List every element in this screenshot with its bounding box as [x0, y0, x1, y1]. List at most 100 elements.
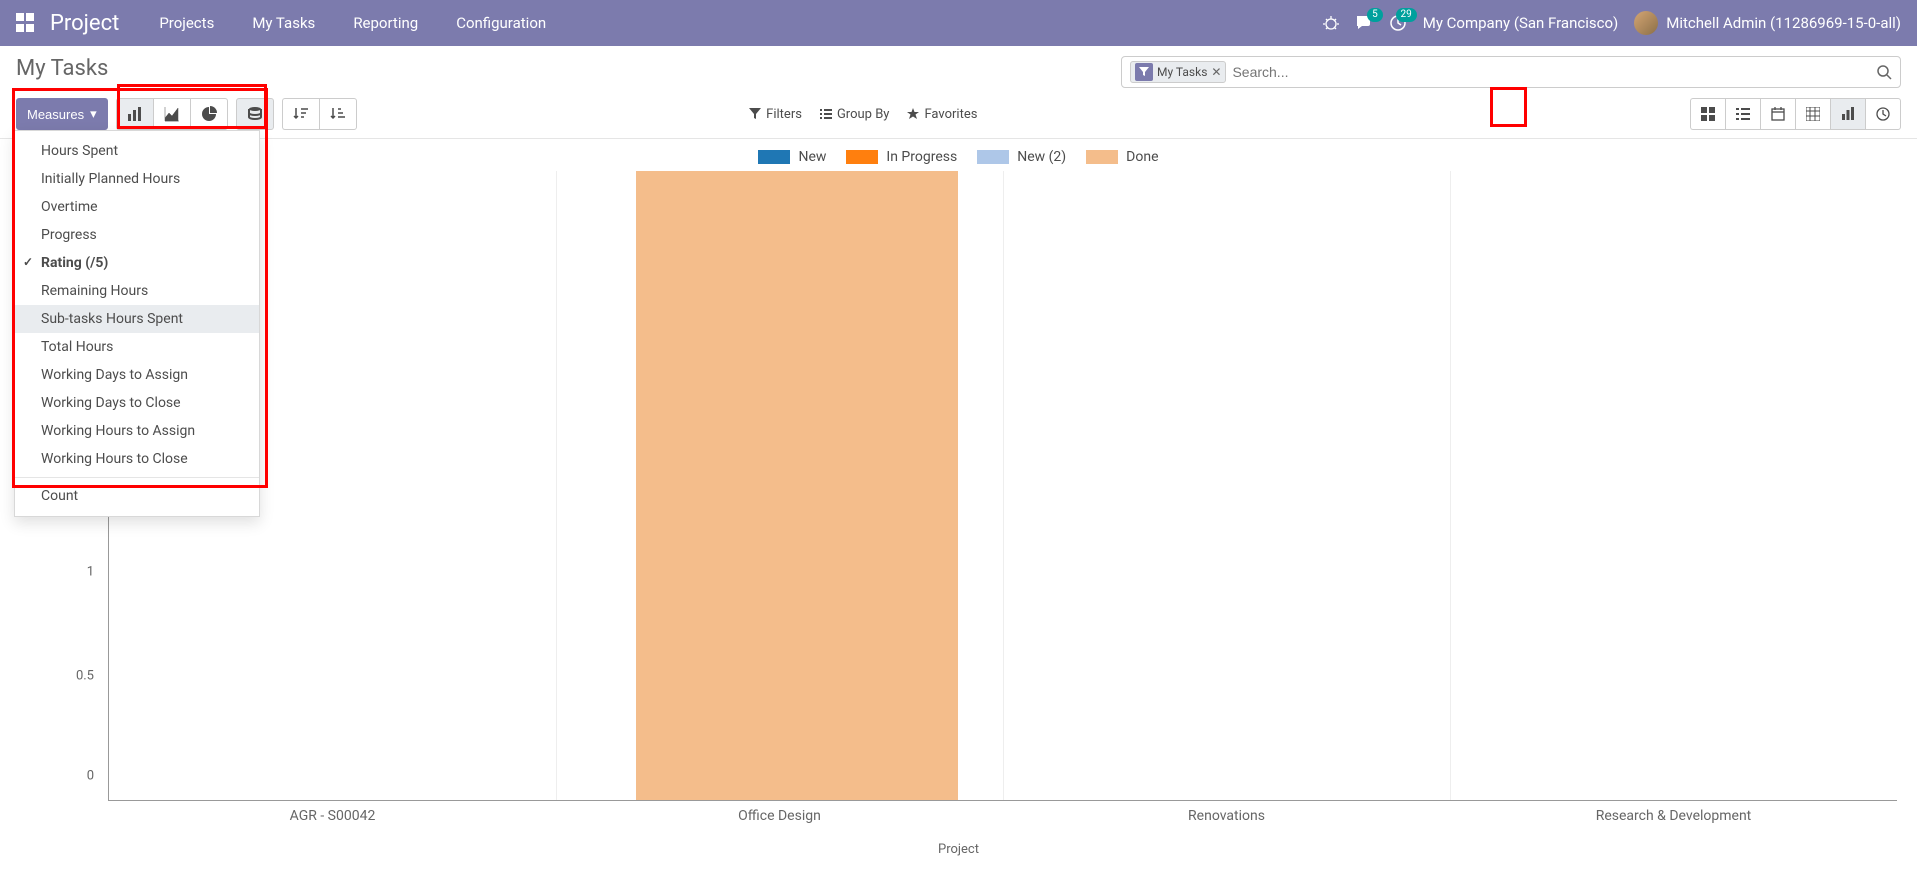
- clock-icon: [1876, 107, 1890, 121]
- groupby-label: Group By: [837, 107, 890, 122]
- list-icon: [820, 108, 832, 120]
- avatar: [1634, 11, 1658, 35]
- graph-view-button[interactable]: [1830, 98, 1865, 130]
- nav-projects[interactable]: Projects: [159, 14, 214, 32]
- legend-item[interactable]: In Progress: [846, 149, 957, 165]
- x-tick: Renovations: [1188, 808, 1265, 824]
- activities-icon[interactable]: 29: [1389, 14, 1407, 32]
- measure-item[interactable]: Initially Planned Hours: [15, 165, 259, 193]
- measure-item[interactable]: Working Days to Close: [15, 389, 259, 417]
- list-view-icon: [1736, 107, 1750, 121]
- nav-my-tasks[interactable]: My Tasks: [252, 14, 315, 32]
- bug-icon[interactable]: [1323, 15, 1339, 31]
- app-brand[interactable]: Project: [50, 11, 119, 36]
- sort-desc-icon: [293, 106, 309, 122]
- list-view-button[interactable]: [1725, 98, 1760, 130]
- groupby-toggle[interactable]: Group By: [820, 107, 890, 122]
- filters-label: Filters: [766, 107, 802, 122]
- legend-swatch: [758, 150, 790, 164]
- legend-swatch: [846, 150, 878, 164]
- kanban-icon: [1701, 107, 1715, 121]
- chart-type-group: [116, 98, 228, 130]
- legend-item[interactable]: New (2): [977, 149, 1066, 165]
- nav-menu: Projects My Tasks Reporting Configuratio…: [159, 14, 546, 32]
- measure-count[interactable]: Count: [15, 482, 259, 510]
- favorites-toggle[interactable]: Favorites: [907, 107, 977, 122]
- x-tick: Research & Development: [1596, 808, 1752, 824]
- line-chart-button[interactable]: [153, 98, 190, 130]
- measure-item[interactable]: Sub-tasks Hours Spent: [15, 305, 259, 333]
- y-tick: 1: [87, 565, 94, 580]
- search-box[interactable]: My Tasks ✕: [1121, 56, 1901, 88]
- measure-item[interactable]: Hours Spent: [15, 137, 259, 165]
- view-switcher: [1690, 98, 1901, 130]
- close-icon[interactable]: ✕: [1211, 65, 1221, 79]
- user-menu[interactable]: Mitchell Admin (11286969-15-0-all): [1634, 11, 1901, 35]
- pivot-view-button[interactable]: [1795, 98, 1830, 130]
- legend-item[interactable]: New: [758, 149, 826, 165]
- user-name: Mitchell Admin (11286969-15-0-all): [1666, 14, 1901, 32]
- navbar-right: 5 29 My Company (San Francisco) Mitchell…: [1323, 11, 1901, 35]
- y-tick: 0: [87, 769, 94, 784]
- pie-chart-button[interactable]: [190, 98, 228, 130]
- measure-item[interactable]: Progress: [15, 221, 259, 249]
- stacked-button[interactable]: [236, 98, 274, 130]
- nav-configuration[interactable]: Configuration: [456, 14, 546, 32]
- messaging-icon[interactable]: 5: [1355, 14, 1373, 32]
- sort-desc-button[interactable]: [282, 98, 319, 130]
- search-icon[interactable]: [1876, 64, 1892, 80]
- filters-toggle[interactable]: Filters: [749, 107, 802, 122]
- database-icon: [247, 106, 263, 122]
- chart-bar-done-office-design[interactable]: [636, 171, 958, 800]
- measures-button[interactable]: Measures ▾: [16, 98, 108, 130]
- legend-label: New (2): [1017, 149, 1066, 165]
- measure-item[interactable]: Working Days to Assign: [15, 361, 259, 389]
- top-navbar: Project Projects My Tasks Reporting Conf…: [0, 0, 1917, 46]
- measure-item[interactable]: Overtime: [15, 193, 259, 221]
- measure-item[interactable]: Remaining Hours: [15, 277, 259, 305]
- measure-item[interactable]: Rating (/5): [15, 249, 259, 277]
- legend-label: New: [798, 149, 826, 165]
- chart-area: New In Progress New (2) Done 0 0.5 1 1.5…: [0, 139, 1917, 877]
- legend-swatch: [1086, 150, 1118, 164]
- stack-group: [236, 98, 274, 130]
- search-input[interactable]: [1232, 64, 1876, 80]
- measure-item[interactable]: Working Hours to Close: [15, 445, 259, 473]
- control-panel: My Tasks My Tasks ✕ Measures ▾: [0, 46, 1917, 139]
- company-switcher[interactable]: My Company (San Francisco): [1423, 14, 1618, 32]
- legend-swatch: [977, 150, 1009, 164]
- x-tick: AGR - S00042: [290, 808, 376, 824]
- activities-badge: 29: [1396, 8, 1417, 22]
- search-chip[interactable]: My Tasks ✕: [1130, 61, 1226, 83]
- sort-asc-button[interactable]: [319, 98, 357, 130]
- kanban-view-button[interactable]: [1690, 98, 1725, 130]
- caret-down-icon: ▾: [90, 106, 97, 122]
- pie-chart-icon: [201, 106, 217, 122]
- legend-item[interactable]: Done: [1086, 149, 1158, 165]
- measure-item[interactable]: Total Hours: [15, 333, 259, 361]
- apps-icon[interactable]: [16, 13, 36, 33]
- graph-icon: [1841, 107, 1855, 121]
- nav-reporting[interactable]: Reporting: [353, 14, 418, 32]
- sort-group: [282, 98, 357, 130]
- calendar-view-button[interactable]: [1760, 98, 1795, 130]
- pivot-icon: [1806, 107, 1820, 121]
- bar-chart-button[interactable]: [116, 98, 153, 130]
- calendar-icon: [1771, 107, 1785, 121]
- x-tick: Office Design: [738, 808, 821, 824]
- favorites-label: Favorites: [924, 107, 977, 122]
- y-tick: 0.5: [76, 669, 94, 684]
- activity-view-button[interactable]: [1865, 98, 1901, 130]
- legend-label: In Progress: [886, 149, 957, 165]
- legend-label: Done: [1126, 149, 1158, 165]
- x-axis-label: Project: [20, 842, 1897, 857]
- line-chart-icon: [164, 106, 180, 122]
- measure-item[interactable]: Working Hours to Assign: [15, 417, 259, 445]
- plot-inner: AGR - S00042 Office Design Renovations R…: [108, 171, 1897, 801]
- page-title: My Tasks: [16, 56, 108, 81]
- bar-chart-icon: [127, 106, 143, 122]
- filter-icon: [749, 108, 761, 120]
- chart-legend: New In Progress New (2) Done: [20, 149, 1897, 165]
- filter-icon: [1135, 63, 1153, 81]
- search-chip-label: My Tasks: [1157, 65, 1207, 79]
